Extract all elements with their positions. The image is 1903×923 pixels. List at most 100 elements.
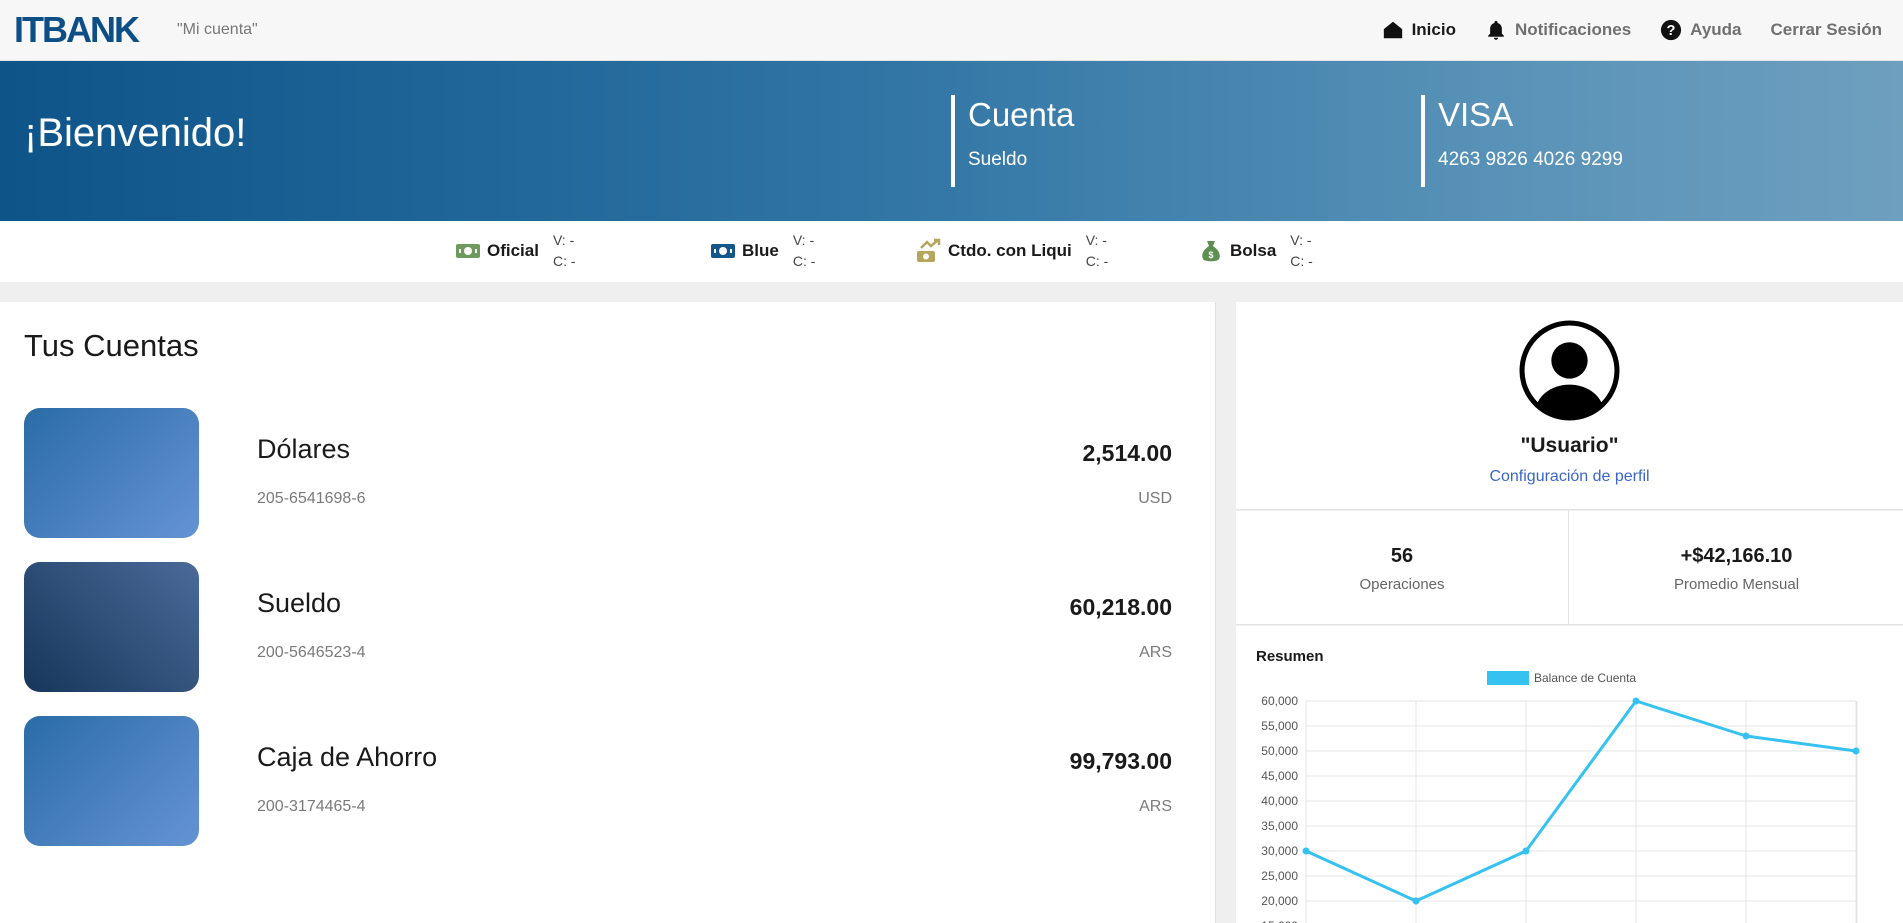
home-icon bbox=[1383, 21, 1402, 39]
legend-swatch bbox=[1487, 671, 1529, 685]
account-name: Sueldo bbox=[257, 588, 342, 618]
account-number: 200-5646523-4 bbox=[257, 644, 366, 661]
banknote-icon bbox=[711, 244, 735, 258]
nav-notificaciones[interactable]: Notificaciones bbox=[1485, 19, 1631, 41]
hero-card-title: VISA bbox=[1438, 96, 1514, 133]
data-point bbox=[1632, 697, 1640, 705]
welcome-heading: ¡Bienvenido! bbox=[24, 111, 247, 155]
money-bag-icon: $ bbox=[1202, 241, 1220, 262]
rate-bolsa-v: V: - bbox=[1290, 232, 1312, 248]
rate-ccl-c: C: - bbox=[1085, 253, 1109, 269]
y-tick-label: 50,000 bbox=[1261, 744, 1298, 758]
hero-account-block: Cuenta Sueldo bbox=[951, 95, 1074, 187]
data-point bbox=[1302, 847, 1310, 855]
account-currency: ARS bbox=[1139, 644, 1172, 661]
profile-panel: "Usuario" Configuración de perfil bbox=[1236, 302, 1903, 510]
y-tick-label: 55,000 bbox=[1261, 719, 1298, 733]
page-subtitle: "Mi cuenta" bbox=[177, 21, 258, 38]
stat-monthly-value: +$42,166.10 bbox=[1680, 545, 1793, 567]
y-tick-label: 35,000 bbox=[1261, 819, 1298, 833]
hero-account-sub: Sueldo bbox=[968, 149, 1028, 170]
legend-label: Balance de Cuenta bbox=[1534, 671, 1636, 685]
user-avatar-icon bbox=[1519, 320, 1620, 421]
itbank-logo[interactable]: ITBANK bbox=[14, 11, 158, 45]
svg-text:$: $ bbox=[1208, 250, 1213, 260]
rate-bolsa-name: Bolsa bbox=[1230, 241, 1277, 260]
rate-oficial: Oficial V: - C: - bbox=[455, 231, 576, 271]
account-item-sueldo[interactable]: Sueldo 200-5646523-4 60,218.00 ARS bbox=[24, 562, 1172, 692]
data-point bbox=[1522, 847, 1530, 855]
nav-ayuda-label: Ayuda bbox=[1690, 20, 1742, 39]
top-navbar: ITBANK "Mi cuenta" Inicio Notificaciones… bbox=[0, 0, 1903, 61]
money-growth-icon bbox=[917, 238, 941, 262]
rate-bolsa-values: V: - C: - bbox=[1290, 230, 1313, 272]
data-point bbox=[1412, 897, 1420, 905]
account-balance: 99,793.00 bbox=[1069, 748, 1172, 774]
rate-blue-values: V: - C: - bbox=[793, 230, 816, 272]
y-tick-label: 15,000 bbox=[1261, 919, 1298, 923]
rate-bolsa: $ Bolsa V: - C: - bbox=[1198, 231, 1313, 271]
y-tick-label: 30,000 bbox=[1261, 844, 1298, 858]
svg-text:?: ? bbox=[1667, 23, 1676, 39]
bell-icon bbox=[1488, 20, 1504, 40]
account-card-image bbox=[24, 562, 199, 692]
account-name: Dólares bbox=[257, 434, 351, 464]
hero-account-title: Cuenta bbox=[968, 96, 1075, 133]
profile-stats: 56 Operaciones +$42,166.10 Promedio Mens… bbox=[1236, 511, 1903, 625]
y-tick-label: 45,000 bbox=[1261, 769, 1298, 783]
nav-ayuda[interactable]: ? Ayuda bbox=[1660, 19, 1742, 41]
nav-notificaciones-label: Notificaciones bbox=[1514, 20, 1632, 39]
account-currency: ARS bbox=[1139, 798, 1172, 815]
data-point bbox=[1742, 732, 1750, 740]
nav-inicio[interactable]: Inicio bbox=[1382, 19, 1456, 41]
rate-oficial-v: V: - bbox=[552, 232, 575, 248]
data-point bbox=[1852, 747, 1860, 755]
account-number: 205-6541698-6 bbox=[257, 490, 366, 507]
nav-links: Inicio Notificaciones ? Ayuda Cerrar Ses… bbox=[1353, 17, 1882, 43]
rate-ccl-values: V: - C: - bbox=[1086, 230, 1109, 272]
stat-operations-value: 56 bbox=[1390, 545, 1414, 567]
profile-settings-link[interactable]: Configuración de perfil bbox=[1236, 468, 1903, 486]
hero-card-number: 4263 9826 4026 9299 bbox=[1438, 149, 1623, 170]
account-name: Caja de Ahorro bbox=[257, 742, 438, 772]
profile-username: "Usuario" bbox=[1520, 434, 1619, 457]
accounts-panel: Tus Cuentas Dólares 205-6541698-6 2,514.… bbox=[0, 302, 1216, 923]
account-item-caja-de-ahorro[interactable]: Caja de Ahorro 200-3174465-4 99,793.00 A… bbox=[24, 716, 1172, 846]
rate-ccl-name: Ctdo. con Liqui bbox=[948, 241, 1072, 260]
rate-blue-v: V: - bbox=[792, 232, 815, 248]
hero-card-block: VISA 4263 9826 4026 9299 bbox=[1421, 95, 1623, 187]
rate-ccl-v: V: - bbox=[1085, 232, 1107, 248]
summary-panel: Resumen 60,000 55,000 50,000 45,000 40,000 35… bbox=[1236, 626, 1903, 923]
stat-monthly-label: Promedio Mensual bbox=[1673, 576, 1800, 593]
account-number: 200-3174465-4 bbox=[257, 798, 366, 815]
rate-bolsa-c: C: - bbox=[1290, 253, 1313, 269]
account-balance: 60,218.00 bbox=[1069, 594, 1172, 620]
rate-ccl: Ctdo. con Liqui V: - C: - bbox=[916, 231, 1108, 271]
account-currency: USD bbox=[1138, 490, 1172, 507]
y-tick-label: 20,000 bbox=[1261, 894, 1298, 908]
y-tick-label: 40,000 bbox=[1261, 794, 1298, 808]
accounts-title: Tus Cuentas bbox=[24, 328, 199, 363]
logo-text: ITBANK bbox=[14, 11, 140, 45]
account-item-dolares[interactable]: Dólares 205-6541698-6 2,514.00 USD bbox=[24, 408, 1172, 538]
y-tick-label: 60,000 bbox=[1261, 694, 1298, 708]
stat-monthly-average: +$42,166.10 Promedio Mensual bbox=[1570, 511, 1903, 625]
rate-oficial-c: C: - bbox=[552, 253, 576, 269]
nav-inicio-label: Inicio bbox=[1411, 20, 1456, 39]
stat-operations-label: Operaciones bbox=[1359, 576, 1445, 593]
dollar-rates-bar: Oficial V: - C: - Blue V: - C: - Ctdo. c… bbox=[0, 221, 1903, 282]
welcome-banner: ¡Bienvenido! Cuenta Sueldo VISA 4263 982… bbox=[0, 61, 1903, 221]
nav-cerrar-sesion[interactable]: Cerrar Sesión bbox=[1771, 20, 1883, 40]
rate-blue-c: C: - bbox=[792, 253, 816, 269]
y-tick-label: 25,000 bbox=[1261, 869, 1298, 883]
rate-blue: Blue V: - C: - bbox=[710, 231, 815, 271]
account-card-image bbox=[24, 408, 199, 538]
account-balance: 2,514.00 bbox=[1082, 440, 1172, 466]
rate-oficial-name: Oficial bbox=[487, 241, 539, 260]
stat-operations: 56 Operaciones bbox=[1236, 511, 1569, 625]
help-icon: ? bbox=[1661, 19, 1682, 41]
rate-blue-name: Blue bbox=[742, 241, 779, 260]
nav-cerrar-sesion-label: Cerrar Sesión bbox=[1770, 20, 1883, 39]
banknote-icon bbox=[456, 244, 480, 258]
account-card-image bbox=[24, 716, 199, 846]
